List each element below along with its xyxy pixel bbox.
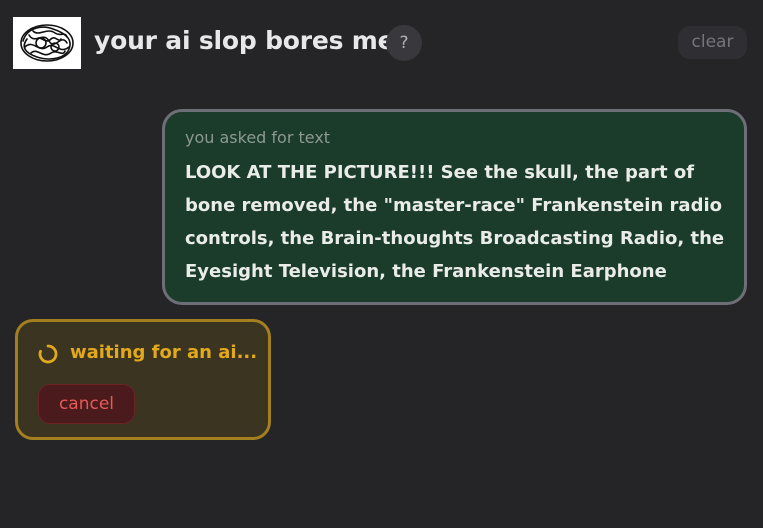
app-title: your ai slop bores me <box>94 26 395 55</box>
logo-icon <box>13 17 81 69</box>
message-caption: you asked for text <box>185 128 331 147</box>
cancel-button[interactable]: cancel <box>38 384 135 424</box>
message-text: LOOK AT THE PICTURE!!! See the skull, th… <box>185 162 725 282</box>
waiting-text: waiting for an ai... <box>70 342 258 363</box>
waiting-status-card: waiting for an ai... cancel <box>15 319 271 440</box>
user-message-bubble: you asked for text LOOK AT THE PICTURE!!… <box>162 109 747 305</box>
clear-button[interactable]: clear <box>678 26 747 59</box>
help-button[interactable]: ? <box>386 25 422 61</box>
loading-spinner-icon <box>37 343 59 365</box>
app-page: your ai slop bores me ? clear you asked … <box>0 0 763 528</box>
